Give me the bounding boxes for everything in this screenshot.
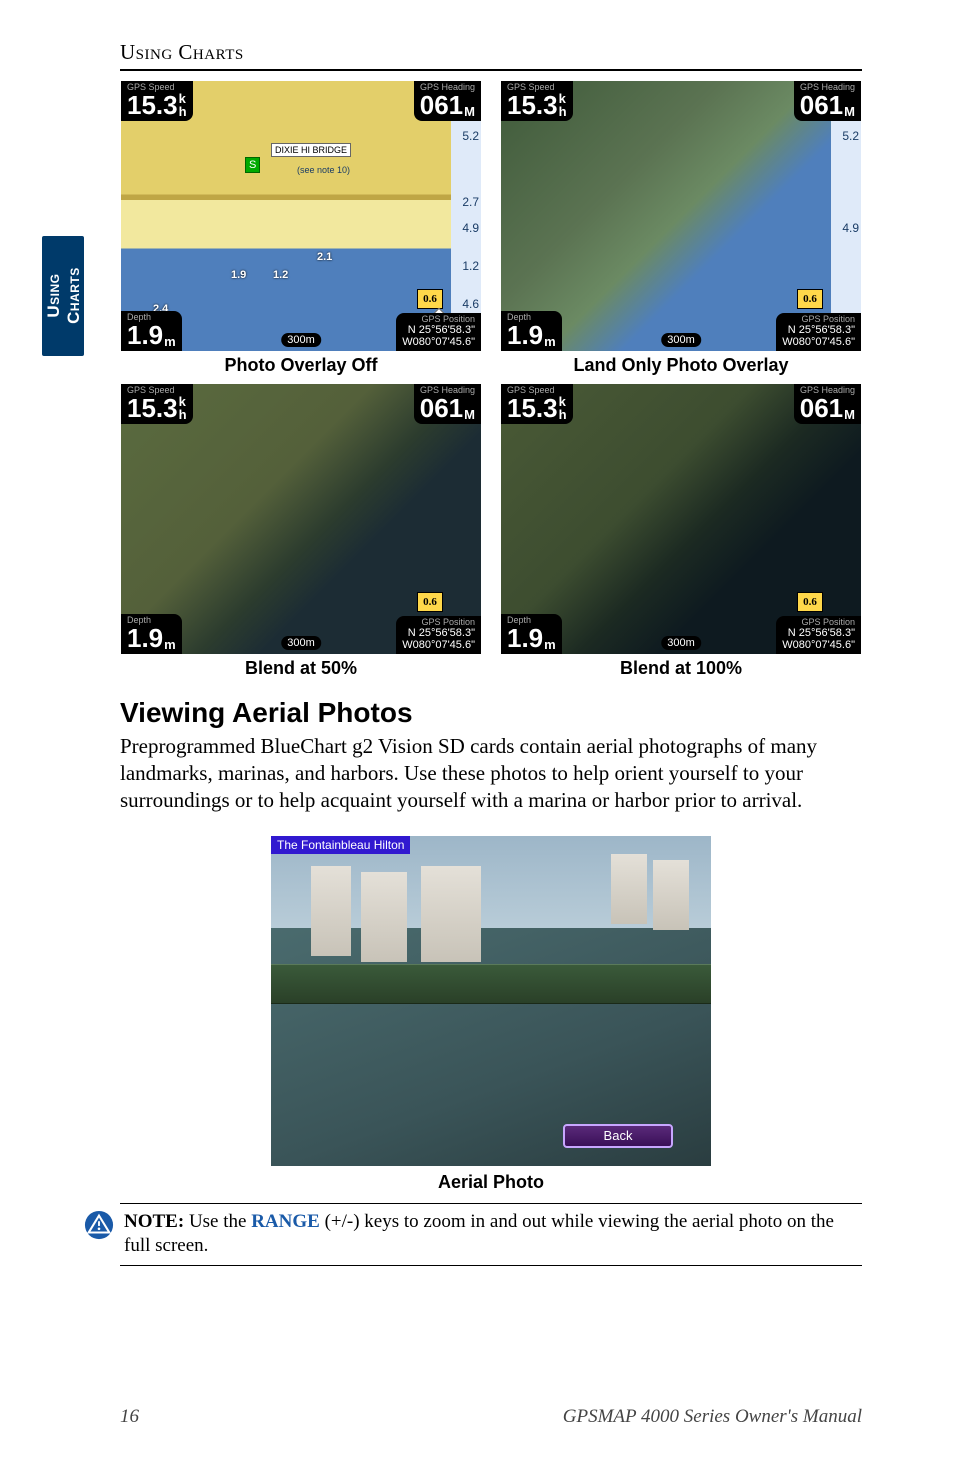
side-tab: Using Charts — [42, 236, 84, 356]
map-scale: 300m — [661, 636, 701, 650]
depth-sounding: 1.2 — [273, 269, 288, 281]
aerial-title: The Fontainbleau Hilton — [271, 836, 410, 854]
gps-position-box: GPS PositionN 25°56'58.3"W080°07'45.6" — [396, 616, 481, 654]
page-number: 16 — [120, 1406, 139, 1428]
chart-screenshot: 0.6 GPS Speed15.3kh GPS Heading061M Dept… — [501, 384, 861, 654]
gps-speed-box: GPS Speed15.3kh — [121, 81, 193, 121]
map-scale: 300m — [661, 333, 701, 347]
caption: Blend at 100% — [620, 658, 742, 679]
side-tab-text: Using Charts — [43, 268, 82, 325]
clearance-value: 0.6 — [803, 293, 817, 305]
chart-screenshot: 0.6 GPS Speed15.3kh GPS Heading061M Dept… — [121, 384, 481, 654]
depth-reading: 4.9 — [462, 221, 479, 235]
manual-title: GPSMAP 4000 Series Owner's Manual — [563, 1406, 862, 1428]
gps-speed-box: GPS Speed15.3kh — [121, 384, 193, 424]
section-heading: Viewing Aerial Photos — [120, 697, 862, 729]
depth-reading: 1.2 — [462, 259, 479, 273]
heading-unit: M — [464, 105, 475, 118]
depth-sounding: 1.9 — [231, 269, 246, 281]
gps-heading-value: 061 — [420, 92, 463, 118]
map-scale: 300m — [281, 636, 321, 650]
bridge-label: DIXIE HI BRIDGE — [271, 143, 351, 157]
map-scale: 300m — [281, 333, 321, 347]
page-footer: 16 GPSMAP 4000 Series Owner's Manual — [120, 1406, 862, 1428]
warning-icon — [84, 1210, 114, 1240]
gps-heading-box: GPS Heading061M — [414, 81, 481, 121]
gps-heading-box: GPS Heading061M — [794, 384, 861, 424]
depth-reading: 4.9 — [842, 221, 859, 235]
screenshot-land-only: 5.2 4.9 0.6 GPS Speed15.3kh GPS Heading0… — [500, 81, 862, 376]
depth-box: Depth1.9m — [501, 311, 562, 351]
clearance-value: 0.6 — [803, 596, 817, 608]
depth-box: Depth1.9m — [501, 614, 562, 654]
depth-box: Depth1.9m — [121, 614, 182, 654]
running-head: Using Charts — [120, 40, 862, 71]
gps-lat: N 25°56'58.3" — [402, 324, 475, 336]
depth-reading: 4.6 — [462, 297, 479, 311]
depth-box: Depth1.9m — [121, 311, 182, 351]
clearance-value: 0.6 — [423, 293, 437, 305]
clearance-value: 0.6 — [423, 596, 437, 608]
depth-reading: 5.2 — [842, 129, 859, 143]
chart-screenshot: 5.2 2.7 4.9 1.2 4.6 DIXIE HI BRIDGE (see… — [121, 81, 481, 351]
gps-position-box: GPS PositionN 25°56'58.3"W080°07'45.6" — [776, 616, 861, 654]
nav-marker: S — [245, 157, 260, 173]
body-paragraph: Preprogrammed BlueChart g2 Vision SD car… — [120, 733, 862, 814]
clearance-icon: 0.6 — [417, 289, 443, 309]
chart-screenshot: 5.2 4.9 0.6 GPS Speed15.3kh GPS Heading0… — [501, 81, 861, 351]
depth-reading: 5.2 — [462, 129, 479, 143]
depth-reading: 2.7 — [462, 195, 479, 209]
clearance-icon: 0.6 — [417, 592, 443, 612]
range-keyword: RANGE — [251, 1211, 320, 1232]
gps-heading-box: GPS Heading061M — [414, 384, 481, 424]
gps-position-box: GPS PositionN 25°56'58.3"W080°07'45.6" — [776, 313, 861, 351]
note-text: NOTE: Use the RANGE (+/-) keys to zoom i… — [124, 1210, 862, 1259]
depth-value: 1.9 — [127, 322, 163, 348]
gps-lon: W080°07'45.6" — [402, 336, 475, 348]
depth-sounding: 2.1 — [317, 251, 332, 263]
gps-position-label: GPS Position — [402, 315, 475, 324]
screenshot-blend-100: 0.6 GPS Speed15.3kh GPS Heading061M Dept… — [500, 384, 862, 679]
caption: Blend at 50% — [245, 658, 357, 679]
screenshot-photo-overlay-off: 5.2 2.7 4.9 1.2 4.6 DIXIE HI BRIDGE (see… — [120, 81, 482, 376]
caption: Photo Overlay Off — [224, 355, 377, 376]
side-tab-line1: Using — [43, 274, 62, 318]
gps-speed-box: GPS Speed15.3kh — [501, 384, 573, 424]
note-box: NOTE: Use the RANGE (+/-) keys to zoom i… — [120, 1203, 862, 1266]
screenshot-grid: 5.2 2.7 4.9 1.2 4.6 DIXIE HI BRIDGE (see… — [120, 81, 862, 679]
speed-unit: h — [179, 104, 187, 119]
aerial-caption: Aerial Photo — [438, 1172, 544, 1193]
screenshot-blend-50: 0.6 GPS Speed15.3kh GPS Heading061M Dept… — [120, 384, 482, 679]
map-note: (see note 10) — [297, 165, 350, 175]
aerial-photo-figure: The Fontainbleau Hilton Back Aerial Phot… — [120, 836, 862, 1193]
note-pre: Use the — [184, 1211, 251, 1232]
aerial-photo: The Fontainbleau Hilton Back — [271, 836, 711, 1166]
gps-speed-box: GPS Speed15.3kh — [501, 81, 573, 121]
note-lead: NOTE: — [124, 1211, 184, 1232]
gps-heading-box: GPS Heading061M — [794, 81, 861, 121]
clearance-icon: 0.6 — [797, 592, 823, 612]
gps-speed-value: 15.3 — [127, 92, 178, 118]
caption: Land Only Photo Overlay — [573, 355, 788, 376]
depth-unit: m — [164, 335, 176, 348]
side-tab-line2: Charts — [63, 268, 82, 325]
gps-position-box: GPS PositionN 25°56'58.3"W080°07'45.6" — [396, 313, 481, 351]
back-button[interactable]: Back — [563, 1124, 673, 1148]
clearance-icon: 0.6 — [797, 289, 823, 309]
